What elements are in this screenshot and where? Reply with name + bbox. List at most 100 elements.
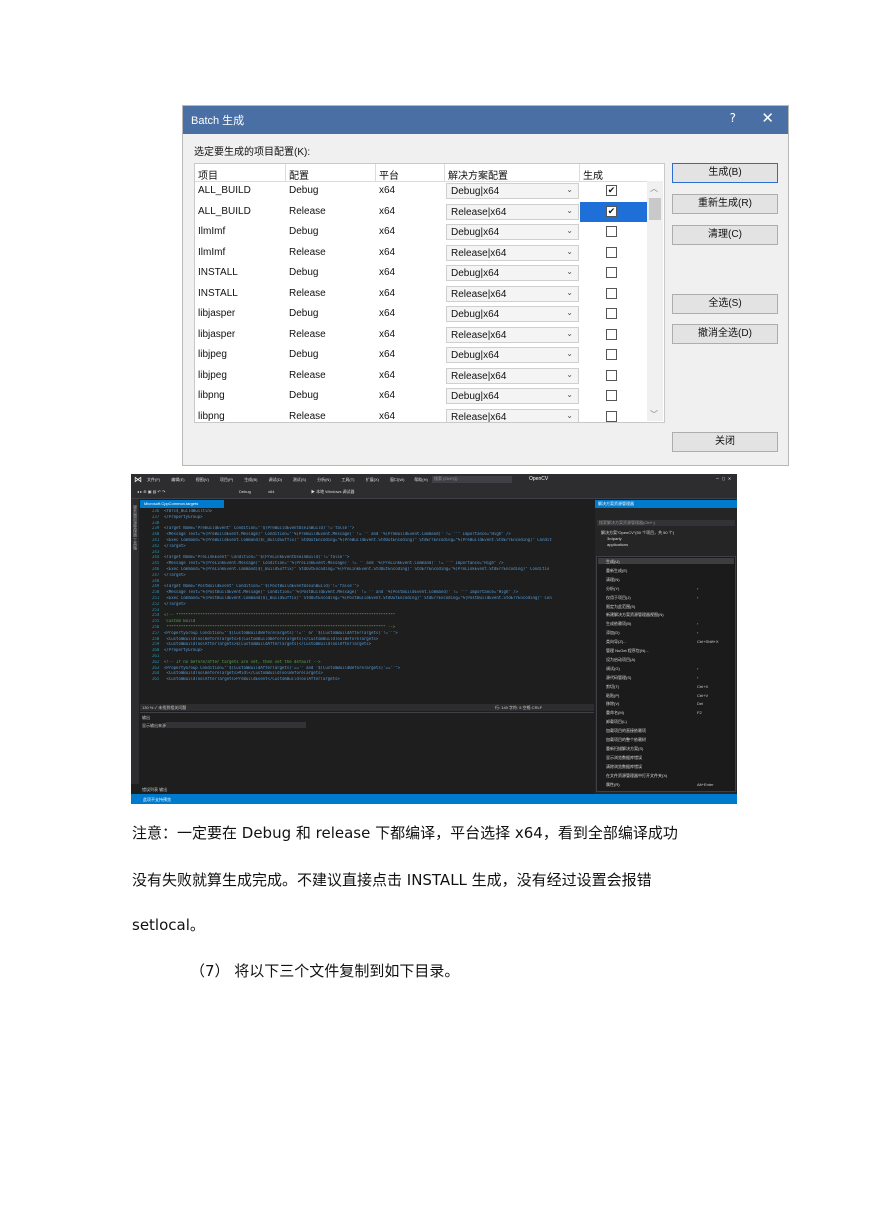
code-line[interactable]: 260 </PropertyGroup>	[152, 648, 592, 653]
build-checkbox[interactable]	[606, 410, 617, 422]
context-menu-item[interactable]: 新建解决方案资源管理器视图(N)	[606, 612, 664, 618]
code-line[interactable]: 261	[152, 654, 592, 659]
editor-tab[interactable]: Microsoft.CppCommon.targets	[140, 500, 224, 508]
close-button[interactable]: 关闭	[672, 432, 778, 452]
build-checkbox[interactable]	[606, 390, 617, 401]
code-line[interactable]: 262 <!-- If no before/after targets are s…	[152, 660, 592, 665]
project-config-grid[interactable]: 项目 配置 平台 解决方案配置 生成 ALL_BUILD Debug x64 Debu…	[194, 163, 665, 423]
code-editor[interactable]: Microsoft.CppCommon.targets 236 <YDrc$_Bu…	[140, 500, 594, 703]
menu-item[interactable]: 项目(P)	[220, 477, 233, 483]
code-line[interactable]: 253	[152, 608, 592, 613]
solution-config-select[interactable]: Release|x64 ⌄	[446, 244, 579, 261]
table-row[interactable]: libjpeg Release x64 Release|x64 ⌄	[195, 366, 647, 387]
table-row[interactable]: libjasper Release x64 Release|x64 ⌄	[195, 325, 647, 346]
build-checkbox[interactable]	[606, 308, 617, 319]
context-menu-item[interactable]: 限定为此范围(S)	[606, 604, 635, 610]
code-line[interactable]: 264 <CustomBuildToolBeforeTargets>Midl</…	[152, 671, 592, 676]
context-menu-item[interactable]: 生成(U)	[606, 559, 620, 565]
code-line[interactable]: 252 </Target>	[152, 602, 592, 607]
context-menu-item[interactable]: 清除浏览数据库错误	[606, 764, 642, 770]
config-dropdown[interactable]: Debug	[239, 489, 251, 494]
code-line[interactable]: 249 <Target Name="PostBuildEvent" Conditi…	[152, 584, 592, 589]
context-menu-item[interactable]: 卸载项目(L)	[606, 719, 627, 725]
solution-config-select[interactable]: Debug|x64 ⌄	[446, 183, 579, 199]
menu-item[interactable]: 文件(F)	[147, 477, 160, 483]
table-row[interactable]: ALL_BUILD Release x64 Release|x64 ⌄ ✔	[195, 201, 647, 223]
menu-item[interactable]: 视图(V)	[196, 477, 209, 483]
context-menu-item[interactable]: 重新生成(E)	[606, 568, 627, 574]
code-line[interactable]: 239 <Target Name="PreBuildEvent" Conditio…	[152, 526, 592, 531]
code-line[interactable]: 240 <Message Text="%(PreBuildEvent.Messa…	[152, 532, 592, 537]
scroll-down-icon[interactable]: ﹀	[650, 409, 658, 420]
build-button[interactable]: 生成(B)	[672, 163, 778, 183]
solution-config-select[interactable]: Release|x64 ⌄	[446, 285, 579, 302]
context-menu-item[interactable]: 清理(N)	[606, 577, 620, 583]
menu-item[interactable]: 测试(S)	[293, 477, 306, 483]
table-row[interactable]: libjasper Debug x64 Debug|x64 ⌄	[195, 304, 647, 325]
menu-item[interactable]: 编辑(E)	[171, 477, 184, 483]
menu-item[interactable]: 帮助(H)	[414, 477, 428, 483]
solution-config-select[interactable]: Release|x64 ⌄	[446, 408, 579, 422]
menu-item[interactable]: 生成(B)	[244, 477, 257, 483]
toolbar-icons[interactable]: ◂ ▸ ⊕ ▣ ▤ ↶ ↷	[137, 489, 165, 494]
clean-button[interactable]: 清理(C)	[672, 225, 778, 245]
table-row[interactable]: libpng Debug x64 Debug|x64 ⌄	[195, 386, 647, 407]
column-header-platform[interactable]: 平台	[379, 167, 399, 182]
context-menu-item[interactable]: 粘贴(P)	[606, 693, 619, 699]
select-all-button[interactable]: 全选(S)	[672, 294, 778, 314]
code-line[interactable]: 238	[152, 521, 592, 526]
table-row[interactable]: libjpeg Debug x64 Debug|x64 ⌄	[195, 345, 647, 366]
column-header-solution-config[interactable]: 解决方案配置	[448, 167, 508, 182]
code-line[interactable]: 244 <Target Name="PreLinkEvent" Condition…	[152, 555, 592, 560]
solution-config-select[interactable]: Debug|x64 ⌄	[446, 388, 579, 404]
menu-item[interactable]: 调试(D)	[269, 477, 283, 483]
code-line[interactable]: 263 <PropertyGroup Condition="'$(CustomBu…	[152, 666, 592, 671]
build-checkbox[interactable]	[606, 369, 617, 381]
build-checkbox[interactable]	[606, 226, 617, 237]
table-row[interactable]: IlmImf Release x64 Release|x64 ⌄	[195, 243, 647, 264]
context-menu-item[interactable]: 分析(Y)	[606, 586, 619, 592]
solution-config-select[interactable]: Debug|x64 ⌄	[446, 224, 579, 240]
code-line[interactable]: 242 </Target>	[152, 544, 592, 549]
table-row[interactable]: INSTALL Release x64 Release|x64 ⌄	[195, 284, 647, 305]
build-checkbox[interactable]	[606, 246, 617, 258]
table-row[interactable]: IlmImf Debug x64 Debug|x64 ⌄	[195, 222, 647, 243]
code-line[interactable]: 251 <Exec Command="%(PostBuildEvent.Comm…	[152, 596, 592, 601]
menu-item[interactable]: 扩展(X)	[366, 477, 379, 483]
solution-config-select[interactable]: Debug|x64 ⌄	[446, 347, 579, 363]
scroll-up-icon[interactable]: ︿	[650, 183, 658, 194]
context-menu-item[interactable]: 加载项目的整个依赖树	[606, 737, 646, 743]
context-menu-item[interactable]: 属性(R)	[606, 782, 620, 788]
code-line[interactable]: 236 <YDrc$_BuildBuiltin>	[152, 509, 592, 514]
column-header-project[interactable]: 项目	[198, 167, 218, 182]
deselect-all-button[interactable]: 撤消全选(D)	[672, 324, 778, 344]
code-area[interactable]: 236 <YDrc$_BuildBuiltin> 237 </PropertyGrou…	[140, 509, 594, 703]
code-line[interactable]: 243	[152, 550, 592, 555]
table-row[interactable]: ALL_BUILD Debug x64 Debug|x64 ⌄ ✔	[195, 181, 647, 202]
left-tool-tabs[interactable]: 服务器资源管理器 工具箱	[131, 499, 139, 784]
build-checkbox[interactable]: ✔	[606, 185, 617, 196]
context-menu-item[interactable]: 类向导(Z)...	[606, 639, 626, 645]
code-line[interactable]: 248	[152, 579, 592, 584]
code-line[interactable]: 241 <Exec Command="%(PreBuildEvent.Comma…	[152, 538, 592, 543]
output-source-dropdown[interactable]	[166, 722, 306, 728]
window-controls-icon[interactable]: — ▢ ✕	[716, 476, 731, 482]
context-menu-item[interactable]: 设为启动项目(A)	[606, 657, 635, 663]
context-menu-item[interactable]: 重新扫描解决方案(S)	[606, 746, 643, 752]
code-line[interactable]: 246 <Exec Command="%(PreLinkEvent.Comman…	[152, 567, 592, 572]
code-line[interactable]: 245 <Message Text="%(PreLinkEvent.Messag…	[152, 561, 592, 566]
context-menu-item[interactable]: 显示浏览数据库错误	[606, 755, 642, 761]
code-line[interactable]: 257 <PropertyGroup Condition="'$(CustomBu…	[152, 631, 592, 636]
grid-scrollbar[interactable]: ︿ ﹀	[647, 181, 663, 421]
solution-config-select[interactable]: Release|x64 ⌄	[446, 367, 579, 384]
menu-item[interactable]: 分析(N)	[317, 477, 331, 483]
context-menu-item[interactable]: 管理 NuGet 程序包(N)...	[606, 648, 649, 654]
bottom-tabs[interactable]: 错误列表 输出	[142, 787, 167, 793]
code-line[interactable]: 256 ************************************…	[152, 625, 592, 630]
context-menu-item[interactable]: 添加(D)	[606, 630, 620, 636]
context-menu-item[interactable]: 在文件资源管理器中打开文件夹(X)	[606, 773, 667, 779]
solution-config-select[interactable]: Debug|x64 ⌄	[446, 265, 579, 281]
start-debugging-button[interactable]: ▶ 本地 Windows 调试器	[311, 489, 355, 495]
tree-item-3rdparty[interactable]: 3rdparty	[607, 536, 622, 541]
build-checkbox[interactable]	[606, 349, 617, 360]
